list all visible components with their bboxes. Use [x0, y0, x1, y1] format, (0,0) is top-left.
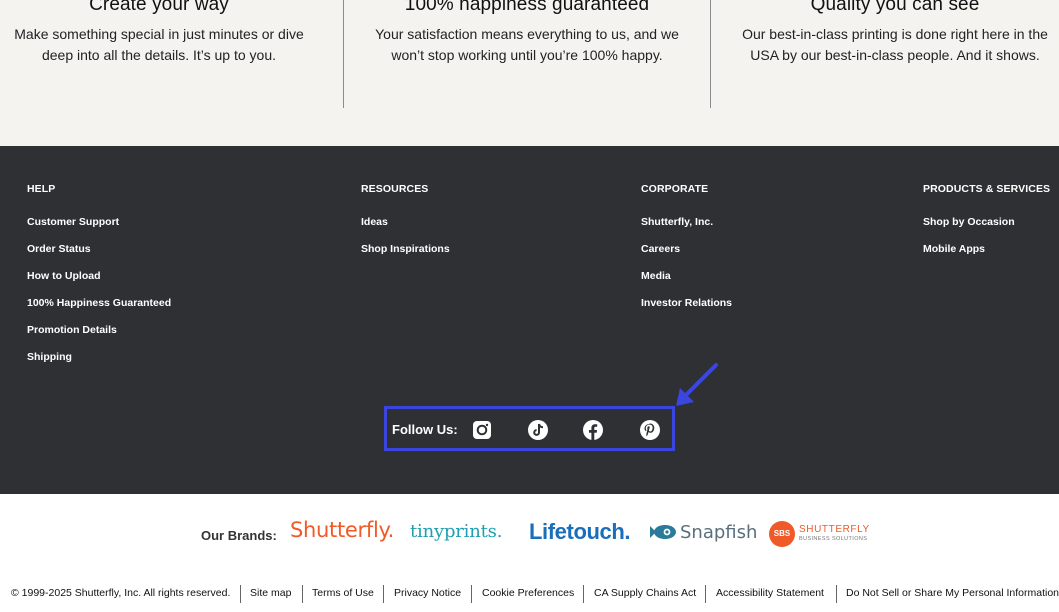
footer-link-shop-by-occasion[interactable]: Shop by Occasion [923, 216, 1015, 228]
brand-logo-shutterfly[interactable]: Shutterfly. [290, 518, 394, 542]
footer-link-order-status[interactable]: Order Status [27, 243, 91, 255]
follow-us-highlight: Follow Us: [384, 406, 675, 451]
footer-column-help: HELP Customer Support Order Status How t… [27, 182, 171, 376]
brand-logo-tinyprints[interactable]: tinyprints. [410, 521, 502, 542]
footer-link-happiness-guaranteed[interactable]: 100% Happiness Guaranteed [27, 297, 171, 309]
footer-heading: CORPORATE [641, 183, 709, 195]
sbs-name: SHUTTERFLY [799, 524, 870, 535]
legal-separator [302, 585, 303, 603]
value-props-section: Create your way Make something special i… [0, 0, 1059, 146]
footer-column-resources: RESOURCES Ideas Shop Inspirations [361, 182, 450, 268]
footer-link-mobile-apps[interactable]: Mobile Apps [923, 243, 985, 255]
footer-link-shipping[interactable]: Shipping [27, 351, 72, 363]
legal-link-ca-supply-chains-act[interactable]: CA Supply Chains Act [594, 587, 696, 599]
footer-link-investor-relations[interactable]: Investor Relations [641, 297, 732, 309]
footer-column-corporate: CORPORATE Shutterfly, Inc. Careers Media… [641, 182, 732, 322]
legal-separator [471, 585, 472, 603]
footer-link-how-to-upload[interactable]: How to Upload [27, 270, 101, 282]
sbs-subtitle: BUSINESS SOLUTIONS [799, 536, 868, 542]
site-footer: HELP Customer Support Order Status How t… [0, 146, 1059, 494]
brands-row: Our Brands: Shutterfly. tinyprints. Life… [0, 494, 1059, 574]
pinterest-icon[interactable] [639, 419, 661, 441]
annotation-arrow-icon [676, 363, 718, 406]
brands-label: Our Brands: [201, 528, 277, 543]
tiktok-icon[interactable] [527, 419, 549, 441]
value-prop-body: Your satisfaction means everything to us… [375, 26, 679, 63]
value-prop-happiness: 100% happiness guaranteed Your satisfact… [343, 0, 711, 66]
legal-link-site-map[interactable]: Site map [250, 587, 291, 599]
legal-link-accessibility-statement[interactable]: Accessibility Statement [716, 587, 824, 599]
footer-heading: RESOURCES [361, 183, 429, 195]
legal-link-do-not-sell[interactable]: Do Not Sell or Share My Personal Informa… [846, 587, 1059, 599]
value-prop-title: 100% happiness guaranteed [404, 0, 650, 15]
value-prop-body: Make something special in just minutes o… [14, 26, 304, 63]
legal-bar: © 1999-2025 Shutterfly, Inc. All rights … [0, 582, 1059, 606]
footer-link-careers[interactable]: Careers [641, 243, 680, 255]
footer-heading: HELP [27, 183, 56, 195]
legal-link-terms-of-use[interactable]: Terms of Use [312, 587, 374, 599]
legal-separator [583, 585, 584, 603]
value-prop-body: Our best-in-class printing is done right… [742, 26, 1048, 63]
legal-separator [383, 585, 384, 603]
legal-link-cookie-preferences[interactable]: Cookie Preferences [482, 587, 574, 599]
value-prop-title: Create your way [89, 0, 229, 15]
sbs-mark: SBS [769, 521, 795, 547]
footer-link-shop-inspirations[interactable]: Shop Inspirations [361, 243, 450, 255]
footer-link-customer-support[interactable]: Customer Support [27, 216, 119, 228]
footer-heading: PRODUCTS & SERVICES [923, 183, 1051, 195]
instagram-icon[interactable] [471, 419, 493, 441]
value-prop-quality: Quality you can see Our best-in-class pr… [711, 0, 1059, 66]
legal-link-privacy-notice[interactable]: Privacy Notice [394, 587, 461, 599]
legal-separator [705, 585, 706, 603]
copyright-text: © 1999-2025 Shutterfly, Inc. All rights … [11, 587, 231, 599]
facebook-icon[interactable] [582, 419, 604, 441]
value-prop-title: Quality you can see [810, 0, 980, 15]
footer-link-media[interactable]: Media [641, 270, 671, 282]
footer-column-products: PRODUCTS & SERVICES Shop by Occasion Mob… [923, 182, 1050, 268]
snapfish-fish-icon [650, 525, 676, 539]
footer-link-shutterfly-inc[interactable]: Shutterfly, Inc. [641, 216, 713, 228]
follow-us-label: Follow Us: [392, 422, 458, 437]
footer-link-ideas[interactable]: Ideas [361, 216, 388, 228]
brand-logo-lifetouch[interactable]: Lifetouch. [529, 519, 631, 545]
legal-separator [240, 585, 241, 603]
value-prop-create: Create your way Make something special i… [0, 0, 343, 66]
footer-link-promotion-details[interactable]: Promotion Details [27, 324, 117, 336]
legal-separator [836, 585, 837, 603]
